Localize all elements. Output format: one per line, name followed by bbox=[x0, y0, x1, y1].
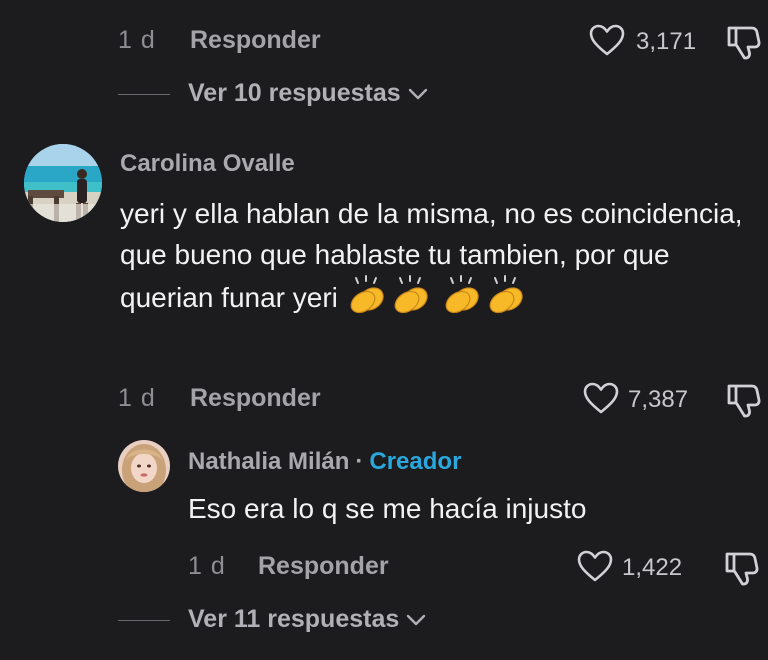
separator-dot: · bbox=[355, 448, 364, 475]
comment-text: yeri y ella hablan de la misma, no es co… bbox=[120, 193, 760, 318]
view-replies-label: Ver 11 respuestas bbox=[188, 605, 400, 633]
thumbs-down-icon[interactable] bbox=[724, 380, 764, 420]
comment-time: 1 d bbox=[118, 384, 156, 412]
reply-header: Nathalia Milán · Creador bbox=[188, 448, 461, 476]
reply-text: Eso era lo q se me hacía injusto bbox=[188, 493, 587, 524]
view-replies-label: Ver 10 respuestas bbox=[188, 79, 401, 107]
avatar[interactable] bbox=[24, 144, 102, 222]
heart-icon[interactable] bbox=[576, 549, 614, 583]
heart-icon[interactable] bbox=[582, 381, 620, 415]
like-count: 7,387 bbox=[628, 386, 689, 413]
view-replies-button[interactable]: Ver 10 respuestas bbox=[188, 79, 429, 108]
clapping-hands-emoji-4 bbox=[485, 275, 529, 315]
creator-badge: Creador bbox=[369, 448, 462, 475]
like-count: 3,171 bbox=[636, 28, 697, 55]
clapping-hands-emoji-2 bbox=[390, 275, 434, 315]
reply-button[interactable]: Responder bbox=[190, 26, 321, 55]
reply-username[interactable]: Nathalia Milán bbox=[188, 448, 349, 475]
like-count: 1,422 bbox=[622, 554, 683, 581]
clapping-hands-emoji-1 bbox=[346, 275, 390, 315]
clapping-hands-emoji-3 bbox=[441, 275, 485, 315]
chevron-down-icon bbox=[407, 87, 429, 101]
reply-button[interactable]: Responder bbox=[190, 384, 321, 413]
avatar[interactable] bbox=[118, 440, 170, 492]
chevron-down-icon bbox=[405, 613, 427, 627]
heart-icon[interactable] bbox=[588, 23, 626, 57]
thumbs-down-icon[interactable] bbox=[722, 548, 762, 588]
reply-button[interactable]: Responder bbox=[258, 552, 389, 581]
thumbs-down-icon[interactable] bbox=[724, 22, 764, 62]
view-replies-button[interactable]: Ver 11 respuestas bbox=[188, 605, 427, 634]
reply-time: 1 d bbox=[188, 552, 226, 580]
comment-time: 1 d bbox=[118, 26, 156, 54]
divider bbox=[118, 620, 170, 621]
comment-username[interactable]: Carolina Ovalle bbox=[120, 150, 295, 178]
divider bbox=[118, 94, 170, 95]
